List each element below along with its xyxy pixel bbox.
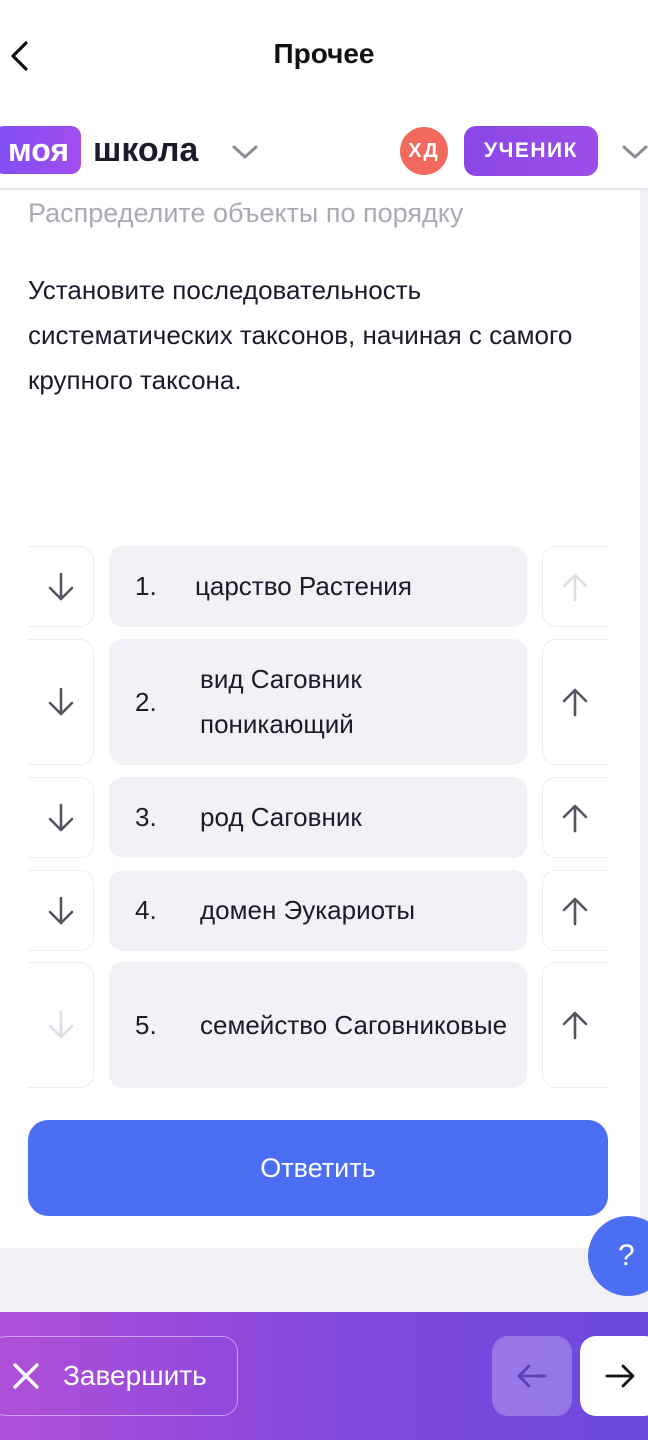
task-instruction: Распределите объекты по порядку bbox=[28, 198, 464, 228]
order-item[interactable]: 5. семейство Саговниковые bbox=[109, 962, 527, 1088]
arrow-down-icon bbox=[48, 572, 74, 600]
item-number: 1. bbox=[135, 571, 157, 601]
move-down-button[interactable] bbox=[28, 962, 94, 1088]
list-item: 1. царство Растения bbox=[28, 546, 608, 627]
finish-button[interactable]: Завершить bbox=[0, 1336, 238, 1416]
next-button[interactable] bbox=[580, 1336, 648, 1416]
arrow-down-icon bbox=[48, 803, 74, 831]
item-number: 4. bbox=[135, 895, 157, 925]
page-title: Прочее bbox=[273, 38, 375, 69]
item-text: род Саговник bbox=[200, 802, 362, 832]
arrow-up-icon bbox=[562, 573, 588, 601]
move-down-button[interactable] bbox=[28, 870, 94, 951]
order-item[interactable]: 1. царство Растения bbox=[109, 546, 527, 627]
top-bar: Прочее моя школа ХД УЧЕНИК bbox=[0, 0, 648, 190]
arrow-right-icon bbox=[605, 1364, 635, 1388]
order-item[interactable]: 4. домен Эукариоты bbox=[109, 870, 527, 951]
arrow-up-icon bbox=[562, 1011, 588, 1040]
item-text: домен Эукариоты bbox=[200, 895, 416, 925]
arrow-left-icon bbox=[517, 1364, 547, 1388]
item-number: 5. bbox=[135, 1009, 157, 1040]
prev-button[interactable] bbox=[492, 1336, 572, 1416]
list-item: 2. вид Саговник поникающий bbox=[28, 639, 608, 765]
move-up-button[interactable] bbox=[542, 639, 608, 765]
move-up-button[interactable] bbox=[542, 870, 608, 951]
bottom-bar: Завершить bbox=[0, 1312, 648, 1440]
logo-pill: моя bbox=[0, 126, 82, 174]
logo-text: школа bbox=[93, 130, 199, 169]
item-text: царство Растения bbox=[195, 571, 412, 601]
avatar[interactable]: ХД bbox=[400, 127, 448, 175]
chevron-down-icon[interactable] bbox=[230, 138, 260, 166]
arrow-down-icon bbox=[48, 687, 74, 716]
finish-label: Завершить bbox=[63, 1360, 207, 1391]
task-question: Установите последовательность систематич… bbox=[28, 275, 573, 395]
order-item[interactable]: 2. вид Саговник поникающий bbox=[109, 639, 527, 765]
move-down-button[interactable] bbox=[28, 639, 94, 765]
move-up-button[interactable] bbox=[542, 546, 608, 627]
list-item: 4. домен Эукариоты bbox=[28, 870, 608, 951]
move-down-button[interactable] bbox=[28, 777, 94, 858]
role-badge[interactable]: УЧЕНИК bbox=[464, 126, 598, 176]
item-number: 3. bbox=[135, 802, 157, 832]
chevron-down-icon[interactable] bbox=[620, 138, 648, 166]
arrow-up-icon bbox=[562, 897, 588, 925]
item-number: 2. bbox=[135, 686, 157, 717]
move-down-button[interactable] bbox=[28, 546, 94, 627]
move-up-button[interactable] bbox=[542, 777, 608, 858]
list-item: 3. род Саговник bbox=[28, 777, 608, 858]
submit-button[interactable]: Ответить bbox=[28, 1120, 608, 1216]
list-item: 5. семейство Саговниковые bbox=[28, 962, 608, 1088]
arrow-down-icon bbox=[48, 896, 74, 924]
close-icon bbox=[13, 1363, 39, 1389]
move-up-button[interactable] bbox=[542, 962, 608, 1088]
order-item[interactable]: 3. род Саговник bbox=[109, 777, 527, 858]
arrow-down-icon bbox=[48, 1010, 74, 1039]
item-text: вид Саговник поникающий bbox=[200, 664, 362, 739]
arrow-up-icon bbox=[562, 688, 588, 717]
arrow-up-icon bbox=[562, 804, 588, 832]
item-text: семейство Саговниковые bbox=[200, 1009, 508, 1040]
